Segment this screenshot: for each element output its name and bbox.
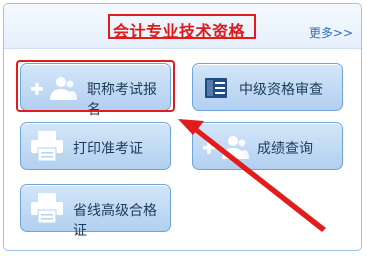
tile-label: 职称考试报名 <box>87 82 157 118</box>
tile-print-admission[interactable]: 打印准考证 <box>20 122 171 170</box>
panel-title: 会计专业技术资格 <box>113 22 246 41</box>
printer-icon <box>31 131 63 161</box>
tile-intermediate-review[interactable]: 中级资格审查 <box>192 63 343 111</box>
tile-label: 打印准考证 <box>73 141 143 157</box>
printer-icon <box>31 193 63 223</box>
tile-score-query[interactable]: 成绩查询 <box>192 122 343 170</box>
book-icon <box>205 78 227 98</box>
tile-label: 成绩查询 <box>257 141 313 157</box>
tile-senior-certificate[interactable]: 省线高级合格证 <box>20 184 171 239</box>
add-user-icon <box>31 77 77 100</box>
add-user-icon <box>203 136 249 159</box>
tile-label: 省线高级合格证 <box>73 203 157 239</box>
more-link[interactable]: 更多>> <box>309 24 353 41</box>
tile-label: 中级资格审查 <box>239 82 323 98</box>
tile-exam-registration[interactable]: 职称考试报名 <box>20 63 171 118</box>
